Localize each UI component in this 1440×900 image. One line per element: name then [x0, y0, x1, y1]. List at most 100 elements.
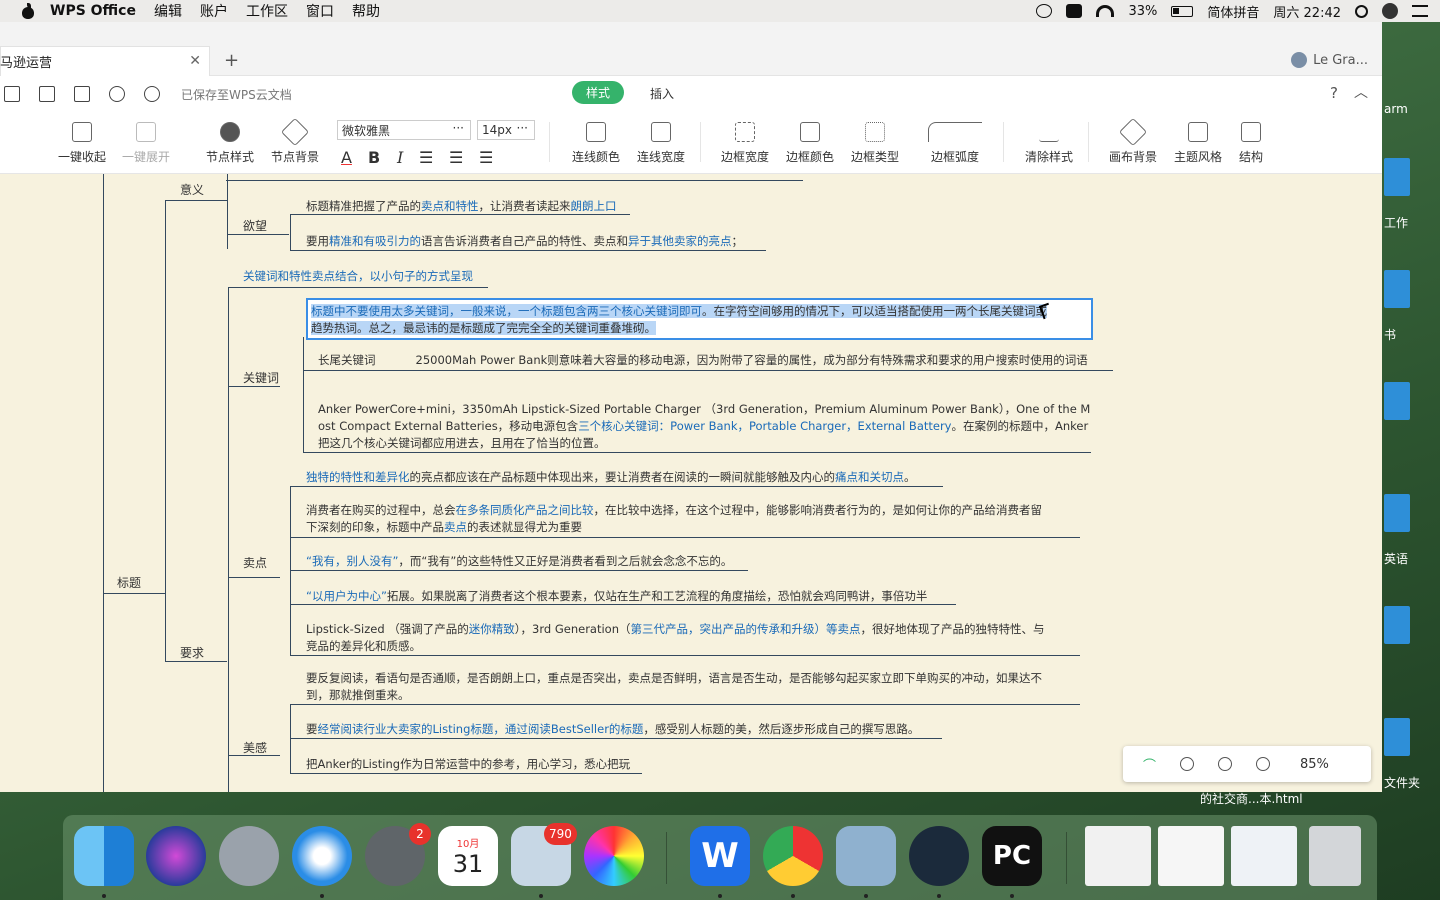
redo-icon[interactable]: [144, 86, 160, 102]
node-selling-title[interactable]: 独特的特性和差异化的亮点都应该在产品标题中体现出来，要让消费者在阅读的一瞬间就能…: [306, 469, 916, 486]
node-meaning[interactable]: 意义: [180, 181, 204, 198]
recent-window-thumbnail[interactable]: [1085, 826, 1151, 886]
battery-icon[interactable]: [1171, 5, 1194, 17]
zoom-level[interactable]: 85%: [1300, 757, 1329, 772]
border-type-button[interactable]: 边框类型: [851, 122, 899, 165]
bold-icon[interactable]: B: [368, 148, 380, 167]
node-selling-3[interactable]: “以用户为中心”拓展。如果脱离了消费者这个根本要素，仅站在生产和工艺流程的角度描…: [306, 588, 927, 605]
apple-logo-icon[interactable]: [20, 3, 36, 19]
preview-icon[interactable]: [836, 826, 896, 886]
close-tab-icon[interactable]: ✕: [189, 53, 201, 69]
menu-window[interactable]: 窗口: [306, 1, 334, 21]
zoom-in-icon[interactable]: [1256, 757, 1271, 771]
launchpad-icon[interactable]: [219, 826, 279, 886]
node-selling-2[interactable]: “我有，别人没有”，而“我有”的这些特性又正好是消费者看到之后就会念念不忘的。: [306, 553, 732, 570]
border-color-button[interactable]: 边框颜色: [786, 122, 834, 165]
photos-icon[interactable]: [584, 826, 644, 886]
node-beauty-2[interactable]: 要经常阅读行业大卖家的Listing标题，通过阅读BestSeller的标题，感…: [306, 721, 919, 738]
chrome-icon[interactable]: [763, 826, 823, 886]
pycharm-icon[interactable]: PC: [982, 826, 1042, 886]
folder-icon[interactable]: [1384, 494, 1410, 532]
export-icon[interactable]: [39, 86, 55, 102]
italic-icon[interactable]: I: [397, 148, 403, 167]
structure-button[interactable]: 结构: [1239, 122, 1263, 165]
node-selling-1[interactable]: 消费者在购买的过程中，总会在多条同质化产品之间比较，在比较中选择，在这个过程中，…: [306, 502, 1042, 536]
line-color-button[interactable]: 连线颜色: [572, 122, 620, 165]
menu-app-name[interactable]: WPS Office: [50, 3, 136, 19]
node-desire[interactable]: 欲望: [243, 217, 267, 234]
border-radius-icon: [928, 122, 982, 142]
siri-icon[interactable]: [1382, 3, 1398, 19]
folder-icon[interactable]: [1384, 158, 1410, 196]
recent-window-thumbnail[interactable]: [1231, 826, 1297, 886]
new-tab-icon[interactable]: +: [224, 50, 239, 71]
node-selling-4[interactable]: Lipstick-Sized （强调了产品的迷你精致），3rd Generati…: [306, 621, 1045, 655]
input-method[interactable]: 简体拼音: [1207, 2, 1259, 21]
menu-workspace[interactable]: 工作区: [246, 1, 288, 21]
node-keyword-combine[interactable]: 关键词和特性卖点结合，以小句子的方式呈现: [243, 268, 473, 285]
align-center-icon[interactable]: ☰: [449, 148, 463, 167]
font-size-select[interactable]: 14px ···: [477, 120, 535, 140]
folder-icon[interactable]: [1384, 718, 1410, 756]
undo-icon[interactable]: [109, 86, 125, 102]
quicktime-icon[interactable]: [909, 826, 969, 886]
help-icon[interactable]: ?: [1330, 84, 1338, 102]
download-icon[interactable]: [4, 86, 20, 102]
user-account[interactable]: Le Gra...: [1291, 52, 1368, 68]
eye-icon[interactable]: ⌒: [1143, 755, 1156, 774]
menu-edit[interactable]: 编辑: [154, 1, 182, 21]
canvas-background-button[interactable]: 画布背景: [1109, 117, 1157, 165]
font-color-icon[interactable]: A: [341, 148, 352, 167]
node-beauty[interactable]: 美感: [243, 739, 267, 756]
safari-icon[interactable]: [292, 826, 352, 886]
font-family-select[interactable]: 微软雅黑 ···: [337, 120, 471, 140]
calendar-icon[interactable]: 10月 31: [438, 826, 498, 886]
border-radius-button[interactable]: 边框弧度: [928, 122, 982, 165]
trash-icon[interactable]: [1309, 826, 1361, 886]
align-right-icon[interactable]: ☰: [479, 148, 493, 167]
finder-icon[interactable]: [74, 826, 134, 886]
collapse-toolbar-icon[interactable]: ︿: [1354, 82, 1368, 102]
notification-center-icon[interactable]: [1412, 5, 1428, 17]
mindmap-canvas[interactable]: 意义 欲望 标题精准把握了产品的卖点和特性，让消费者读起来朗朗上口 要用精准和有…: [0, 174, 1382, 792]
wifi-icon[interactable]: [1096, 5, 1115, 17]
format-painter-icon[interactable]: [74, 86, 90, 102]
spotlight-search-icon[interactable]: [1355, 4, 1368, 18]
menu-help[interactable]: 帮助: [352, 1, 380, 21]
clear-style-button[interactable]: 清除样式: [1025, 122, 1073, 165]
node-desire-1[interactable]: 标题精准把握了产品的卖点和特性，让消费者读起来朗朗上口: [306, 198, 617, 215]
node-anker-example[interactable]: Anker PowerCore+mini，3350mAh Lipstick-Si…: [318, 401, 1090, 452]
tab-style[interactable]: 样式: [572, 81, 624, 104]
node-beauty-1[interactable]: 要反复阅读，看语句是否通顺，是否朗朗上口，重点是否突出，卖点是否鲜明，语言是否生…: [306, 670, 1042, 704]
node-keyword[interactable]: 关键词: [243, 369, 279, 386]
clock[interactable]: 周六 22:42: [1273, 2, 1341, 21]
siri-icon[interactable]: [146, 826, 206, 886]
theme-button[interactable]: 主题风格: [1174, 122, 1222, 165]
wps-icon[interactable]: W: [690, 826, 750, 886]
recent-window-thumbnail[interactable]: [1158, 826, 1224, 886]
node-longtail[interactable]: 长尾关键词 25000Mah Power Bank则意味着大容量的移动电源，因为附…: [318, 352, 1088, 369]
folder-icon[interactable]: [1384, 382, 1410, 420]
node-title-root[interactable]: 标题: [117, 574, 141, 591]
expand-all-button[interactable]: 一键展开: [122, 122, 170, 165]
align-left-icon[interactable]: ☰: [419, 148, 433, 167]
vpn-icon[interactable]: [1066, 4, 1083, 18]
zoom-out-icon[interactable]: [1218, 757, 1233, 771]
collapse-all-button[interactable]: 一键收起: [58, 122, 106, 165]
menu-account[interactable]: 账户: [200, 1, 228, 21]
line-width-button[interactable]: 连线宽度: [637, 122, 685, 165]
folder-icon[interactable]: [1384, 270, 1410, 308]
node-background-button[interactable]: 节点背景: [271, 117, 319, 165]
node-desire-2[interactable]: 要用精准和有吸引力的语言告诉消费者自己产品的特性、卖点和异于其他卖家的亮点；: [306, 233, 743, 250]
node-style-button[interactable]: 节点样式: [206, 122, 254, 165]
locate-icon[interactable]: [1180, 757, 1195, 771]
folder-icon[interactable]: [1384, 606, 1410, 644]
node-selling-point[interactable]: 卖点: [243, 554, 267, 571]
node-requirement[interactable]: 要求: [180, 644, 204, 661]
node-beauty-3[interactable]: 把Anker的Listing作为日常运营中的参考，用心学习，悉心把玩: [306, 756, 630, 773]
record-icon[interactable]: [1036, 4, 1053, 18]
document-tab[interactable]: 亚马逊运营 ✕: [0, 46, 210, 76]
border-width-button[interactable]: 边框宽度: [721, 122, 769, 165]
tab-insert[interactable]: 插入: [650, 85, 674, 102]
selected-node-keyword-tip[interactable]: 标题中不要使用太多关键词，一般来说，一个标题包含两三个核心关键词即可。在字符空间…: [306, 298, 1093, 340]
